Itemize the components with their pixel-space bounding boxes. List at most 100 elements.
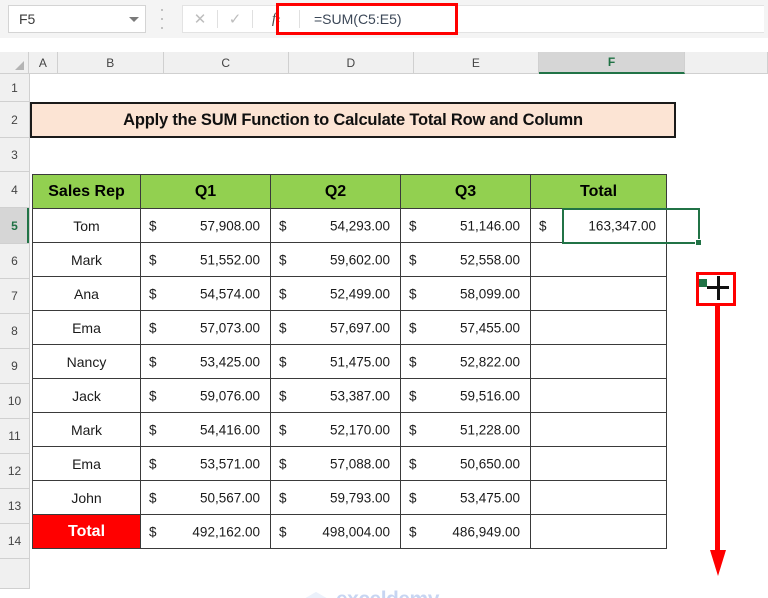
cell-q1[interactable]: $51,552.00 <box>140 242 271 277</box>
chevron-down-icon[interactable] <box>129 16 139 22</box>
cell-total[interactable] <box>530 276 667 311</box>
table-row[interactable]: Mark $51,552.00 $59,602.00 $52,558.00 <box>32 242 667 277</box>
cell-q1[interactable]: $57,908.00 <box>140 208 271 243</box>
column-header-a[interactable]: A <box>28 52 58 74</box>
row-header-6[interactable]: 6 <box>0 244 30 279</box>
cell-q3[interactable]: $51,228.00 <box>400 412 531 447</box>
cell-q2[interactable]: $57,697.00 <box>270 310 401 345</box>
cell-total-label[interactable]: Total <box>32 514 141 549</box>
cell-q2[interactable]: $52,499.00 <box>270 276 401 311</box>
cell-total[interactable] <box>530 412 667 447</box>
row-header-9[interactable]: 9 <box>0 349 30 384</box>
table-row[interactable]: Ema $57,073.00 $57,697.00 $57,455.00 <box>32 310 667 345</box>
currency-symbol: $ <box>409 490 417 505</box>
column-header-e[interactable]: E <box>413 52 539 74</box>
cell-value: 51,146.00 <box>459 218 520 233</box>
cell-total[interactable] <box>530 446 667 481</box>
row-header-1[interactable]: 1 <box>0 74 30 102</box>
cell-q3[interactable]: $58,099.00 <box>400 276 531 311</box>
cell-q3[interactable]: $59,516.00 <box>400 378 531 413</box>
cell-q1[interactable]: $54,416.00 <box>140 412 271 447</box>
name-box[interactable]: F5 <box>8 5 146 33</box>
cell-q2[interactable]: $51,475.00 <box>270 344 401 379</box>
cell-q1[interactable]: $54,574.00 <box>140 276 271 311</box>
cell-total-q1[interactable]: $492,162.00 <box>140 514 271 549</box>
column-header-f[interactable]: F <box>538 52 686 74</box>
column-header-d[interactable]: D <box>288 52 414 74</box>
cell-total-q2[interactable]: $498,004.00 <box>270 514 401 549</box>
cell-total-q3[interactable]: $486,949.00 <box>400 514 531 549</box>
cell-total[interactable] <box>530 378 667 413</box>
row-header-14[interactable]: 14 <box>0 524 30 559</box>
row-header-3[interactable]: 3 <box>0 138 30 172</box>
cancel-edit-button[interactable]: ✕ <box>183 6 217 32</box>
cell-total[interactable] <box>530 480 667 515</box>
row-header-2[interactable]: 2 <box>0 102 30 138</box>
select-all-corner[interactable] <box>0 52 29 74</box>
table-row[interactable]: Mark $54,416.00 $52,170.00 $51,228.00 <box>32 412 667 447</box>
cell-q1[interactable]: $53,571.00 <box>140 446 271 481</box>
cell-sales-rep[interactable]: John <box>32 480 141 515</box>
column-header-g[interactable] <box>685 52 768 74</box>
cell-q2[interactable]: $57,088.00 <box>270 446 401 481</box>
cell-sales-rep[interactable]: Ema <box>32 446 141 481</box>
cell-total[interactable] <box>530 344 667 379</box>
cell-total[interactable] <box>530 242 667 277</box>
cell-q2[interactable]: $52,170.00 <box>270 412 401 447</box>
spreadsheet-grid: A B C D E F 1 2 3 4 5 6 7 8 9 10 11 12 1… <box>0 38 768 598</box>
cell-grand-total[interactable] <box>530 514 667 549</box>
cell-q3[interactable]: $52,558.00 <box>400 242 531 277</box>
cell-value: 59,602.00 <box>329 252 390 267</box>
cell-q3[interactable]: $53,475.00 <box>400 480 531 515</box>
row-header-11[interactable]: 11 <box>0 419 30 454</box>
table-row[interactable]: John $50,567.00 $59,793.00 $53,475.00 <box>32 480 667 515</box>
cell-q3[interactable]: $52,822.00 <box>400 344 531 379</box>
row-header-12[interactable]: 12 <box>0 454 30 489</box>
cell-q1[interactable]: $50,567.00 <box>140 480 271 515</box>
cell-sales-rep[interactable]: Jack <box>32 378 141 413</box>
confirm-edit-button[interactable]: ✓ <box>218 6 252 32</box>
cell-q3[interactable]: $51,146.00 <box>400 208 531 243</box>
cell-sales-rep[interactable]: Mark <box>32 412 141 447</box>
formula-bar-kebab-icon[interactable] <box>156 9 168 29</box>
row-header-8[interactable]: 8 <box>0 314 30 349</box>
cell-total[interactable] <box>530 310 667 345</box>
table-row[interactable]: Tom $57,908.00 $54,293.00 $51,146.00 $16… <box>32 208 667 243</box>
cell-q1[interactable]: $57,073.00 <box>140 310 271 345</box>
table-row[interactable]: Ana $54,574.00 $52,499.00 $58,099.00 <box>32 276 667 311</box>
cell-total[interactable]: $163,347.00 <box>530 208 667 243</box>
fill-handle[interactable] <box>695 239 702 246</box>
table-row[interactable]: Nancy $53,425.00 $51,475.00 $52,822.00 <box>32 344 667 379</box>
cell-sales-rep[interactable]: Tom <box>32 208 141 243</box>
formula-input[interactable]: =SUM(C5:E5) <box>300 6 764 32</box>
table-header-row: Sales Rep Q1 Q2 Q3 Total <box>32 174 667 209</box>
column-header-b[interactable]: B <box>57 52 164 74</box>
table-total-row[interactable]: Total $492,162.00 $498,004.00 $486,949.0… <box>32 514 667 549</box>
cell-q1[interactable]: $59,076.00 <box>140 378 271 413</box>
insert-function-icon[interactable]: fx <box>253 6 299 32</box>
table-row[interactable]: Ema $53,571.00 $57,088.00 $50,650.00 <box>32 446 667 481</box>
row-header-13[interactable]: 13 <box>0 489 30 524</box>
currency-symbol: $ <box>409 456 417 471</box>
cell-sales-rep[interactable]: Ana <box>32 276 141 311</box>
cell-q2[interactable]: $59,793.00 <box>270 480 401 515</box>
cell-q1[interactable]: $53,425.00 <box>140 344 271 379</box>
cell-q3[interactable]: $50,650.00 <box>400 446 531 481</box>
cell-q3[interactable]: $57,455.00 <box>400 310 531 345</box>
cell-sales-rep[interactable]: Ema <box>32 310 141 345</box>
column-header-c[interactable]: C <box>163 52 289 74</box>
cell-value: 57,455.00 <box>459 320 520 335</box>
row-header-4[interactable]: 4 <box>0 172 30 208</box>
cell-q2[interactable]: $54,293.00 <box>270 208 401 243</box>
cell-sales-rep[interactable]: Nancy <box>32 344 141 379</box>
row-header-5[interactable]: 5 <box>0 208 30 244</box>
row-header-10[interactable]: 10 <box>0 384 30 419</box>
cell-q2[interactable]: $59,602.00 <box>270 242 401 277</box>
table-row[interactable]: Jack $59,076.00 $53,387.00 $59,516.00 <box>32 378 667 413</box>
row-header-7[interactable]: 7 <box>0 279 30 314</box>
row-header-15[interactable] <box>0 559 30 589</box>
cell-value: 53,571.00 <box>199 456 260 471</box>
cell-value: 163,347.00 <box>588 218 656 233</box>
cell-sales-rep[interactable]: Mark <box>32 242 141 277</box>
cell-q2[interactable]: $53,387.00 <box>270 378 401 413</box>
